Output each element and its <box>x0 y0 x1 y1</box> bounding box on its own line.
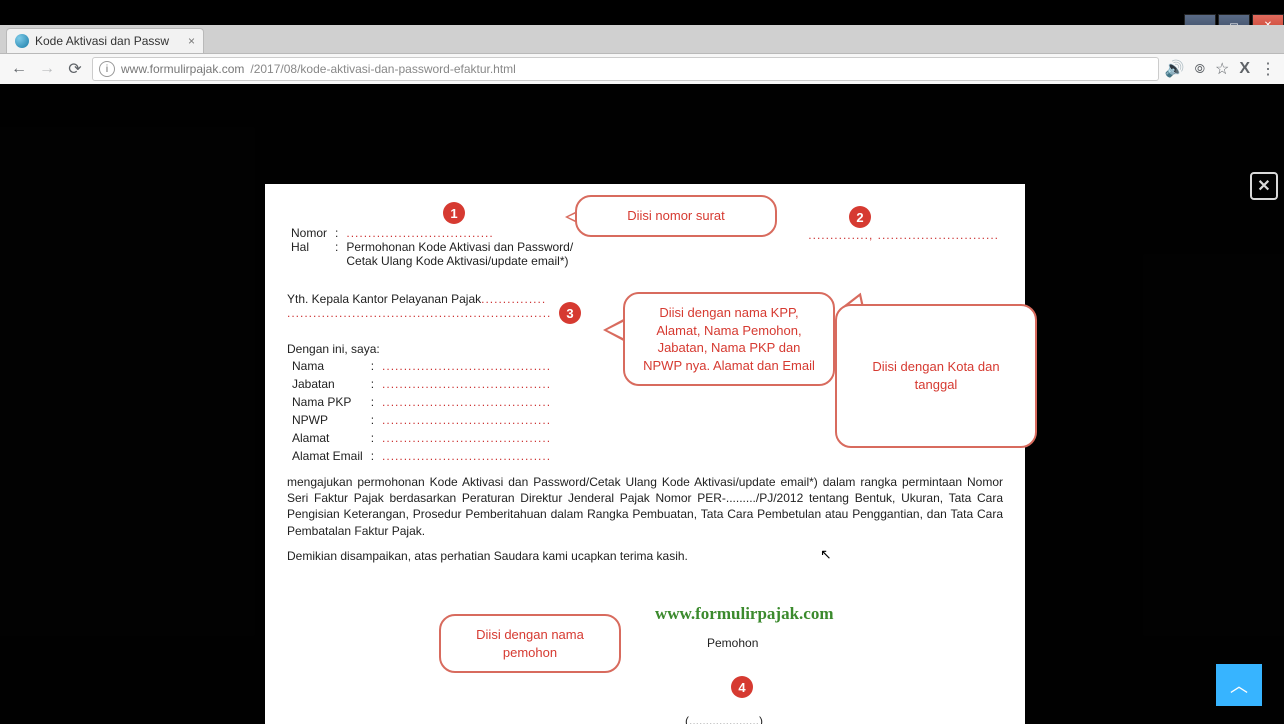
page-viewport: ✕ 1 2 3 4 Diisi nomor surat Diisi dengan… <box>0 84 1284 724</box>
annotation-bullet-4: 4 <box>731 676 753 698</box>
field-alamat: Alamat <box>289 430 366 446</box>
browser-tabstrip: Kode Aktivasi dan Passw × <box>0 25 1284 54</box>
closing: Demikian disampaikan, atas perhatian Sau… <box>287 549 1003 563</box>
nomor-label: Nomor <box>287 226 331 240</box>
kpp-address-dots: ........................................… <box>287 306 551 320</box>
site-info-icon[interactable]: i <box>99 61 115 77</box>
url-path: /2017/08/kode-aktivasi-dan-password-efak… <box>250 62 515 76</box>
tab-favicon <box>15 34 29 48</box>
forward-button[interactable]: → <box>36 60 58 78</box>
toolbar-right: 🔊 ⦾ ☆ X ⋮ <box>1165 59 1276 79</box>
hal-line-2: Cetak Ulang Kode Aktivasi/update email*) <box>346 254 568 268</box>
reload-button[interactable]: ⟳ <box>64 59 86 79</box>
annotation-bullet-2: 2 <box>849 206 871 228</box>
field-nama: Nama <box>289 358 366 374</box>
address-bar[interactable]: i www.formulirpajak.com/2017/08/kode-akt… <box>92 57 1159 81</box>
hal-label: Hal <box>287 240 331 268</box>
callout-4: Diisi dengan nama pemohon <box>439 614 621 673</box>
callout-1: Diisi nomor surat <box>575 195 777 237</box>
bookmark-star-icon[interactable]: ☆ <box>1215 59 1229 79</box>
field-jabatan: Jabatan <box>289 376 366 392</box>
scroll-to-top-button[interactable]: ︿ <box>1216 664 1262 706</box>
lightbox-close-button[interactable]: ✕ <box>1250 172 1278 200</box>
paragraph: mengajukan permohonan Kode Aktivasi dan … <box>287 474 1003 539</box>
annotation-bullet-1: 1 <box>443 202 465 224</box>
callout-3: Diisi dengan nama KPP, Alamat, Nama Pemo… <box>623 292 835 386</box>
kebab-menu-icon[interactable]: ⋮ <box>1260 59 1276 79</box>
letter-head: Nomor : ................................… <box>287 226 577 268</box>
watermark-url: www.formulirpajak.com <box>655 604 833 624</box>
pemohon-label: Pemohon <box>707 636 758 650</box>
browser-tab[interactable]: Kode Aktivasi dan Passw × <box>6 28 204 53</box>
audio-icon[interactable]: 🔊 <box>1165 59 1185 79</box>
lightbox-image: 1 2 3 4 Diisi nomor surat Diisi dengan K… <box>265 184 1025 724</box>
hal-line-1: Permohonan Kode Aktivasi dan Password/ <box>346 240 573 254</box>
callout-2: Diisi dengan Kota dan tanggal <box>835 304 1037 448</box>
back-button[interactable]: ← <box>8 60 30 78</box>
salutation: Yth. Kepala Kantor Pelayanan Pajak <box>287 292 481 306</box>
nomor-dots: .................................. <box>346 226 493 240</box>
browser-chrome: Kode Aktivasi dan Passw × ← → ⟳ i www.fo… <box>0 25 1284 85</box>
tab-close-icon[interactable]: × <box>188 34 195 48</box>
extension-x-icon[interactable]: X <box>1239 60 1250 78</box>
browser-toolbar: ← → ⟳ i www.formulirpajak.com/2017/08/ko… <box>0 54 1284 85</box>
translate-icon[interactable]: ⦾ <box>1195 61 1205 77</box>
tab-title: Kode Aktivasi dan Passw <box>35 34 169 48</box>
url-host: www.formulirpajak.com <box>121 62 244 76</box>
city-date-dots: .............., ........................… <box>808 228 999 242</box>
field-email: Alamat Email <box>289 448 366 464</box>
fields-table: Nama:...................................… <box>287 356 556 466</box>
signature-line: (.....................) <box>685 714 763 724</box>
annotation-bullet-3: 3 <box>559 302 581 324</box>
field-npwp: NPWP <box>289 412 366 428</box>
field-nama-pkp: Nama PKP <box>289 394 366 410</box>
